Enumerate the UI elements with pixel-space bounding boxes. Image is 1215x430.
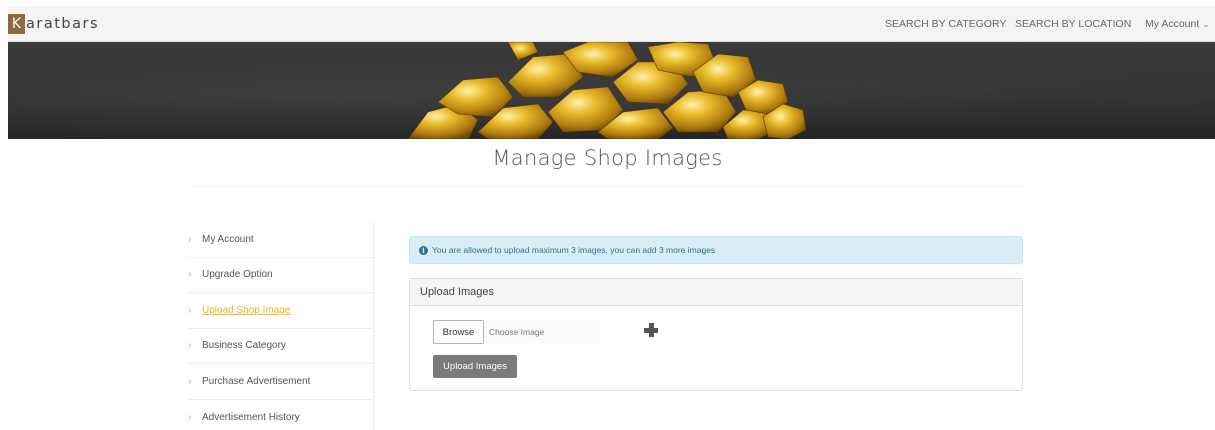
alert-message: You are allowed to upload maximum 3 imag… [432,245,716,255]
nav-my-account[interactable]: My Account ⌄ [1145,18,1210,30]
sidebar-item-purchase-advertisement[interactable]: › Purchase Advertisement [188,364,374,400]
chevron-right-icon: › [188,269,192,281]
upload-limit-alert: i You are allowed to upload maximum 3 im… [409,236,1023,264]
upload-images-button[interactable]: Upload Images [433,355,517,378]
browse-button[interactable]: Browse [433,320,484,344]
plus-icon[interactable] [643,322,659,338]
sidebar-item-label: Purchase Advertisement [202,375,311,387]
sidebar-item-label: Upgrade Option [202,269,273,281]
sidebar-item-label: Business Category [202,340,286,352]
brand-logo[interactable]: K aratbars [8,13,99,35]
sidebar-item-label: My Account [202,233,254,245]
chevron-right-icon: › [188,304,192,316]
sidebar-item-upload-shop-image[interactable]: › Upload Shop Image [188,293,374,329]
chevron-right-icon: › [188,340,192,352]
sidebar-item-upgrade-option[interactable]: › Upgrade Option [188,257,374,293]
chevron-right-icon: › [188,411,192,423]
brand-logo-letter: K [8,14,25,34]
sidebar-item-advertisement-history[interactable]: › Advertisement History [188,399,374,430]
hero-banner-gold-nuggets [8,42,1215,139]
account-sidebar: › My Account › Upgrade Option › Upload S… [188,222,374,430]
top-navbar: K aratbars SEARCH BY CATEGORY SEARCH BY … [8,6,1215,42]
nav-my-account-label: My Account [1145,18,1200,30]
upload-images-panel: Upload Images Browse Upload Images [409,278,1023,391]
chevron-down-icon: ⌄ [1202,19,1210,29]
file-picker: Browse [433,320,601,344]
sidebar-item-label: Upload Shop Image [202,304,291,316]
nav-search-by-category[interactable]: SEARCH BY CATEGORY [885,18,1006,30]
sidebar-item-label: Advertisement History [202,411,300,423]
gold-nuggets-image [407,42,807,139]
sidebar-item-my-account[interactable]: › My Account [188,222,374,258]
chevron-right-icon: › [188,375,192,387]
panel-heading: Upload Images [410,279,1022,306]
brand-logo-text: aratbars [26,16,100,32]
page-title: Manage Shop Images [492,146,723,170]
choose-image-field[interactable] [484,321,601,343]
info-circle-icon: i [419,245,428,255]
title-divider [193,186,1023,187]
sidebar-item-business-category[interactable]: › Business Category [188,328,374,364]
nav-search-by-location[interactable]: SEARCH BY LOCATION [1015,18,1131,30]
chevron-right-icon: › [188,233,192,245]
